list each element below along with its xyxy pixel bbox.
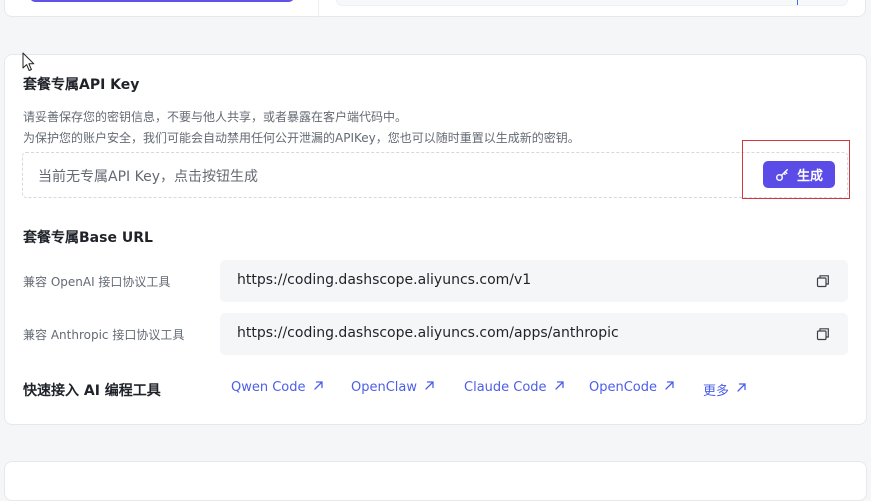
openai-url-label: 兼容 OpenAI 接口协议工具 [23, 275, 171, 289]
generate-button-label: 生成 [796, 169, 823, 184]
key-icon [775, 168, 789, 182]
link-openclaw[interactable]: OpenClaw [351, 380, 435, 395]
openai-url-value: https://coding.dashscope.aliyuncs.com/v1 [237, 272, 532, 288]
link-label: OpenClaw [351, 380, 418, 395]
external-arrow-icon [313, 380, 324, 395]
link-qwen-code[interactable]: Qwen Code [231, 380, 324, 395]
previous-card-button[interactable] [30, 0, 294, 2]
api-key-title: 套餐专属API Key [23, 77, 140, 93]
previous-card-field[interactable] [336, 0, 848, 6]
copy-icon[interactable] [816, 326, 830, 341]
link-label: OpenCode [589, 380, 658, 395]
generate-button[interactable]: 生成 [763, 161, 835, 188]
copy-icon[interactable] [816, 273, 830, 288]
external-arrow-icon [554, 380, 565, 395]
cursor-caret [797, 0, 798, 5]
link-label: Qwen Code [231, 380, 306, 395]
divider [318, 0, 319, 17]
api-key-hint-2: 为保护您的账户安全，我们可能会自动禁用任何公开泄漏的APIKey，您也可以随时重… [23, 131, 580, 145]
external-arrow-icon [736, 382, 747, 397]
link-label: 更多 [703, 384, 730, 399]
openai-url-field: https://coding.dashscope.aliyuncs.com/v1 [220, 260, 848, 302]
base-url-title: 套餐专属Base URL [23, 230, 153, 246]
link-label: Claude Code [464, 380, 547, 395]
api-key-hint-1: 请妥善保存您的密钥信息，不要与他人共享，或者暴露在客户端代码中。 [23, 110, 408, 124]
link-more[interactable]: 更多 [703, 380, 747, 399]
anthropic-url-value: https://coding.dashscope.aliyuncs.com/ap… [237, 325, 619, 341]
mouse-pointer-icon [22, 52, 35, 71]
anthropic-url-label: 兼容 Anthropic 接口协议工具 [23, 328, 185, 342]
link-claude-code[interactable]: Claude Code [464, 380, 565, 395]
external-arrow-icon [424, 380, 435, 395]
quick-access-title: 快速接入 AI 编程工具 [23, 383, 161, 399]
next-card [4, 461, 867, 501]
api-key-field: 当前无专属API Key，点击按钮生成 [22, 152, 848, 198]
api-key-placeholder: 当前无专属API Key，点击按钮生成 [38, 169, 258, 185]
link-opencode[interactable]: OpenCode [589, 380, 675, 395]
anthropic-url-field: https://coding.dashscope.aliyuncs.com/ap… [220, 313, 848, 355]
external-arrow-icon [664, 380, 675, 395]
